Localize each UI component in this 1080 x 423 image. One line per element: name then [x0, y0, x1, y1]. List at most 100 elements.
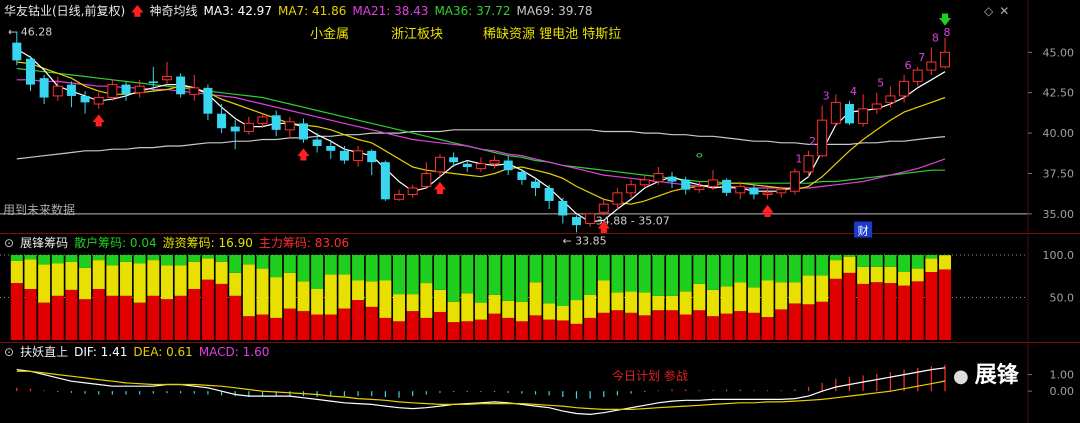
- candle-body: [271, 115, 281, 130]
- candle-body: [544, 188, 554, 201]
- chip-bar: [611, 292, 624, 311]
- chip-bar: [311, 314, 324, 340]
- candle: [803, 150, 814, 177]
- chip-bar: [584, 255, 597, 295]
- candle: [52, 76, 63, 101]
- candle-body: [489, 160, 500, 165]
- chip-bar: [160, 299, 173, 340]
- candle: [585, 212, 596, 227]
- chip-bar: [911, 268, 924, 282]
- chip-bar: [461, 321, 474, 340]
- candle: [66, 81, 76, 108]
- chip-bar: [570, 300, 583, 324]
- chip-bar: [352, 300, 365, 340]
- green-marker: ⴰ: [696, 147, 703, 160]
- candle: [489, 155, 500, 169]
- chip-bar: [174, 255, 187, 266]
- chip-bar: [775, 282, 788, 310]
- chip-bar: [761, 317, 774, 340]
- chip-bar: [747, 287, 760, 313]
- candle-body: [298, 123, 308, 140]
- candle: [558, 197, 568, 224]
- candle-body: [885, 95, 896, 103]
- candle: [434, 154, 445, 177]
- candle: [817, 105, 828, 158]
- candle: [176, 73, 186, 98]
- candle: [161, 62, 172, 85]
- chip-bar: [638, 255, 651, 293]
- candle-body: [803, 155, 814, 173]
- chip-bar: [625, 255, 638, 292]
- chip-bar: [720, 286, 733, 314]
- chip-bar: [898, 285, 911, 340]
- chip-bar: [898, 272, 911, 286]
- chip-bar: [843, 255, 856, 257]
- chip-bar: [365, 255, 378, 282]
- chip-bar: [201, 258, 214, 280]
- chip-bar: [515, 255, 528, 302]
- price-tick-label: 37.50: [1043, 167, 1075, 180]
- candle-body: [940, 51, 951, 68]
- candle-body: [776, 189, 787, 194]
- candle-body: [639, 179, 650, 186]
- candle-body: [380, 162, 390, 200]
- candle: [217, 104, 227, 134]
- chip-bar: [556, 320, 569, 340]
- candle: [230, 120, 240, 150]
- chip-bar: [270, 317, 283, 340]
- candle-body: [353, 150, 364, 162]
- chip-bar: [256, 268, 269, 315]
- chip-bar: [215, 255, 228, 262]
- chip-bar: [802, 275, 815, 305]
- chip-bar: [10, 260, 23, 284]
- candle: [789, 168, 800, 195]
- candle-body: [722, 179, 732, 193]
- wave-mark-5: 5: [877, 77, 884, 90]
- candle: [380, 160, 390, 201]
- chip-bar: [870, 282, 883, 340]
- chip-bar: [283, 308, 296, 340]
- chip-bar: [843, 256, 856, 273]
- candle-body: [681, 179, 691, 190]
- chip-bar: [611, 310, 624, 340]
- candle-body: [694, 185, 705, 191]
- chip-bar: [543, 303, 556, 320]
- chip-tick-label: 100.0: [1043, 249, 1075, 262]
- candle-body: [52, 85, 63, 97]
- candle-body: [926, 61, 937, 71]
- chip-bar: [597, 312, 610, 340]
- candle-body: [735, 185, 746, 194]
- chip-bar: [10, 255, 23, 261]
- candle-body: [762, 192, 773, 195]
- wave-mark-3: 3: [823, 90, 830, 103]
- candle: [571, 215, 581, 233]
- chip-bar: [570, 323, 583, 340]
- candle-body: [339, 150, 349, 161]
- chip-bar: [147, 260, 160, 296]
- candle-body: [257, 116, 268, 124]
- chip-bar: [420, 317, 433, 340]
- chip-bar: [529, 282, 542, 316]
- candle-body: [871, 103, 882, 110]
- chip-bar: [92, 289, 105, 340]
- chip-bar: [502, 317, 515, 340]
- chip-bar: [51, 263, 64, 296]
- candle-body: [148, 81, 158, 83]
- chip-bar: [515, 321, 528, 340]
- chip-bar: [174, 295, 187, 340]
- chip-bar: [106, 265, 119, 296]
- chip-bar: [556, 306, 569, 321]
- candle-body: [626, 184, 637, 194]
- candle: [25, 55, 35, 92]
- chip-bar: [802, 304, 815, 340]
- candle-body: [434, 156, 445, 173]
- chip-bar: [51, 295, 64, 340]
- candle: [667, 171, 677, 188]
- candle: [544, 184, 554, 209]
- chip-bar: [611, 255, 624, 293]
- candle: [475, 157, 486, 172]
- chip-bar: [474, 319, 487, 340]
- candle: [353, 146, 364, 167]
- candle-body: [653, 172, 664, 183]
- candle-body: [707, 179, 718, 187]
